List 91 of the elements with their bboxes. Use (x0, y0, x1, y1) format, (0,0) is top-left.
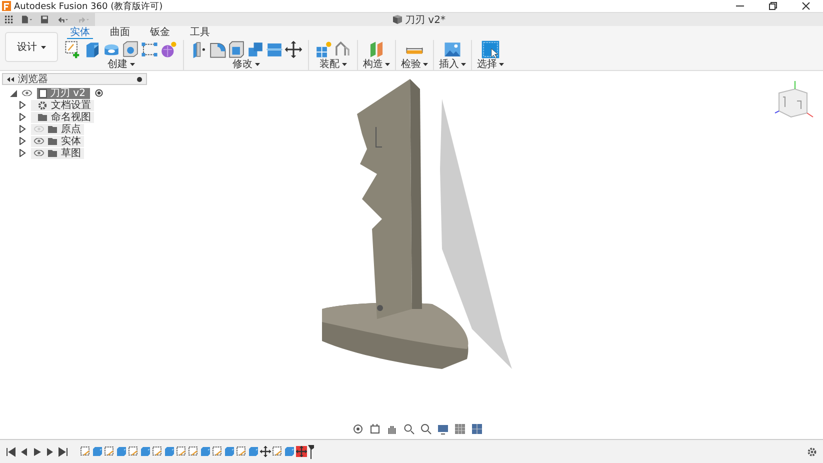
document-icon (393, 15, 402, 24)
fillet-icon[interactable] (208, 40, 227, 59)
gear-icon (38, 100, 47, 110)
sketch-feature-icon[interactable] (272, 446, 283, 457)
sketch-feature-icon[interactable] (128, 446, 139, 457)
browser-item[interactable]: 命名视图 (31, 112, 94, 122)
sketch-feature-icon[interactable] (104, 446, 115, 457)
ribbon-tab[interactable]: 工具 (187, 27, 213, 39)
body-feature-icon[interactable] (284, 446, 295, 457)
look-at-icon[interactable] (369, 423, 381, 435)
sketch-feature-icon[interactable] (176, 446, 187, 457)
collapsed-caret-icon[interactable] (19, 125, 26, 133)
orbit-icon[interactable] (352, 423, 364, 435)
form-icon[interactable] (159, 40, 178, 59)
pattern-icon[interactable] (140, 40, 159, 59)
combine-icon[interactable] (246, 40, 265, 59)
ribbon-tab[interactable]: 实体 (67, 27, 93, 39)
picture-icon[interactable] (443, 40, 462, 59)
window-title: Autodesk Fusion 360 (教育版许可) (14, 0, 163, 12)
group-dropdown[interactable]: 插入 (439, 59, 466, 70)
caret-icon (130, 63, 134, 66)
next-icon[interactable] (45, 446, 55, 456)
pin-icon[interactable] (137, 76, 142, 82)
browser-item[interactable]: 原点 (31, 124, 84, 134)
browser-item[interactable]: 草图 (31, 148, 84, 158)
ribbon-tab[interactable]: 钣金 (147, 27, 173, 39)
save-icon[interactable] (40, 15, 48, 24)
zoom-window-icon[interactable] (420, 423, 432, 435)
restore-icon[interactable] (768, 1, 778, 11)
collapse-icon[interactable] (7, 76, 14, 82)
file-icon[interactable] (22, 15, 32, 24)
body-feature-icon[interactable] (200, 446, 211, 457)
document-icon (39, 88, 47, 98)
revolve-icon[interactable] (121, 40, 140, 59)
component-icon[interactable] (314, 40, 333, 59)
shell-icon[interactable] (227, 40, 246, 59)
browser-root-item[interactable]: 刀刃 v2 (37, 88, 90, 98)
group-dropdown[interactable]: 构造 (363, 59, 390, 70)
sketch-feature-icon[interactable] (236, 446, 247, 457)
caret-icon (385, 63, 390, 66)
caret-icon (499, 63, 504, 66)
collapsed-caret-icon[interactable] (19, 137, 26, 145)
browser-item[interactable]: 文档设置 (31, 100, 94, 110)
sketch-feature-icon[interactable] (80, 446, 91, 457)
timeline-marker-icon[interactable] (308, 444, 314, 458)
document-tab[interactable]: 刀刃 v2* (390, 12, 448, 26)
sketch-feature-icon[interactable] (212, 446, 223, 457)
play-icon[interactable] (32, 446, 42, 456)
eye-icon[interactable] (34, 138, 44, 144)
select-icon[interactable] (481, 40, 500, 59)
collapsed-caret-icon[interactable] (19, 113, 26, 121)
group-dropdown[interactable]: 装配 (320, 59, 346, 70)
body-feature-icon[interactable] (224, 446, 235, 457)
group-dropdown[interactable]: 修改 (232, 59, 260, 70)
ribbon-tab[interactable]: 曲面 (107, 27, 133, 39)
group-dropdown[interactable]: 创建 (108, 59, 134, 70)
body-feature-icon[interactable] (116, 446, 127, 457)
grid-menu-icon[interactable] (5, 15, 13, 24)
caret-icon (41, 46, 46, 48)
settings-icon[interactable] (807, 446, 817, 456)
body-feature-icon[interactable] (164, 446, 175, 457)
browser-title: 浏览器 (18, 72, 48, 86)
display-icon[interactable] (437, 423, 449, 435)
undo-icon[interactable] (57, 15, 70, 24)
eye-icon[interactable] (34, 150, 44, 156)
caret-icon (423, 63, 428, 66)
caret-icon (254, 63, 260, 66)
group-dropdown[interactable]: 检验 (401, 59, 428, 70)
last-icon[interactable] (58, 446, 68, 456)
body-feature-icon[interactable] (140, 446, 151, 457)
sketch-feature-icon[interactable] (188, 446, 199, 457)
move-icon[interactable] (284, 40, 303, 59)
expanded-caret-icon[interactable] (10, 90, 17, 96)
collapsed-caret-icon[interactable] (19, 101, 26, 109)
viewports-icon[interactable] (471, 423, 483, 435)
workspace-dropdown[interactable]: 设计 (5, 32, 58, 62)
group-dropdown[interactable]: 选择 (477, 59, 504, 70)
first-icon[interactable] (6, 446, 16, 456)
close-icon[interactable] (801, 1, 811, 11)
grid-icon[interactable] (454, 423, 466, 435)
browser-item[interactable]: 实体 (31, 136, 84, 146)
sketch-feature-icon[interactable] (152, 446, 163, 457)
move-feature-icon[interactable] (260, 446, 271, 457)
collapsed-caret-icon[interactable] (19, 149, 26, 157)
zoom-icon[interactable] (403, 423, 415, 435)
caret-icon (461, 63, 466, 66)
eye-icon[interactable] (22, 90, 32, 96)
radio-icon[interactable] (95, 89, 104, 97)
body-feature-icon[interactable] (92, 446, 103, 457)
previous-icon[interactable] (19, 446, 29, 456)
caret-icon (342, 63, 346, 66)
